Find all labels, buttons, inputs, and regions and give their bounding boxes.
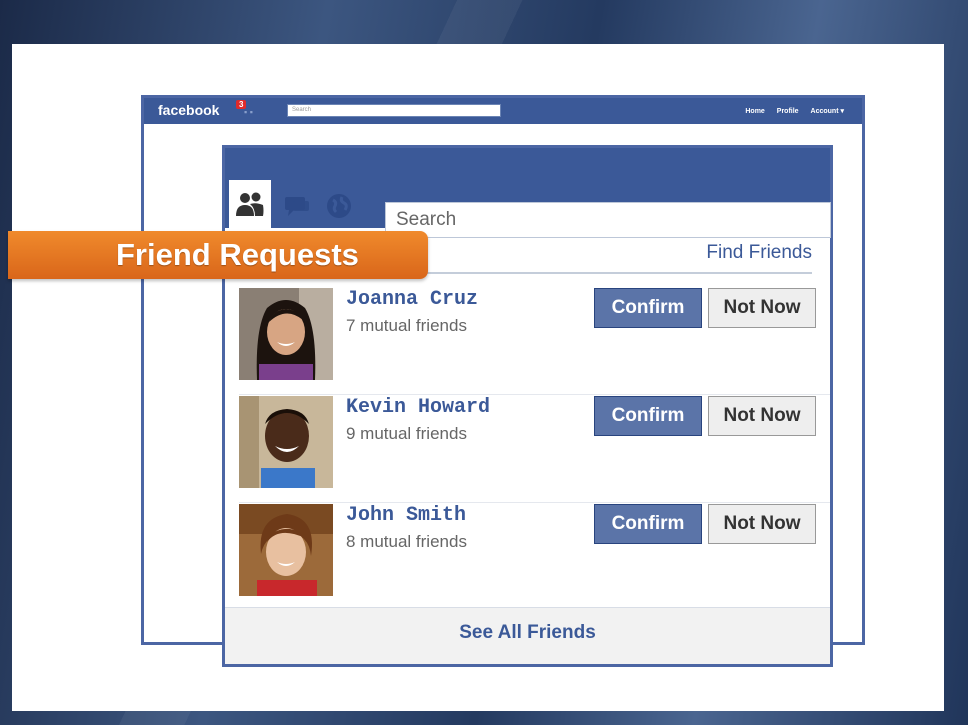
request-name-link[interactable]: Kevin Howard [346,396,490,419]
facebook-top-bar: facebook 3 ▪ ▪ Search Home Profile Accou… [144,98,862,124]
not-now-button[interactable]: Not Now [708,396,816,436]
mutual-friends-count[interactable]: 8 mutual friends [346,532,467,552]
request-name-link[interactable]: John Smith [346,504,466,527]
find-friends-link[interactable]: Find Friends [706,242,812,264]
confirm-button[interactable]: Confirm [594,288,702,328]
mutual-friends-count[interactable]: 9 mutual friends [346,424,467,444]
nav-account-link[interactable]: Account ▾ [811,108,844,115]
notifications-globe-icon [327,194,351,218]
messages-icon [285,197,309,216]
panel-top-bar [225,148,830,170]
avatar[interactable] [239,504,333,596]
friend-request-row: Kevin Howard 9 mutual friends Confirm No… [239,396,830,503]
callout-label: Friend Requests [116,237,359,272]
not-now-button[interactable]: Not Now [708,288,816,328]
friend-request-row: Joanna Cruz 7 mutual friends Confirm Not… [239,288,830,395]
friend-requests-panel: Search Find Friends Joanna Cruz 7 mutual… [222,145,833,667]
friend-request-row: John Smith 8 mutual friends Confirm Not … [239,504,830,610]
panel-footer: See All Friends [225,607,830,664]
not-now-button[interactable]: Not Now [708,504,816,544]
notifications-tab[interactable] [325,192,353,220]
facebook-logo[interactable]: facebook [158,102,219,118]
friend-requests-tab[interactable] [229,180,271,228]
panel-tab-bar: Search [225,170,831,238]
request-name-link[interactable]: Joanna Cruz [346,288,478,311]
nav-home-link[interactable]: Home [745,108,764,115]
see-all-friends-link[interactable]: See All Friends [225,622,830,644]
mutual-friends-count[interactable]: 7 mutual friends [346,316,467,336]
confirm-button[interactable]: Confirm [594,504,702,544]
messages-tab[interactable] [283,192,311,220]
avatar[interactable] [239,288,333,380]
jewel-icons[interactable]: ▪ ▪ [244,107,253,117]
friend-requests-callout: Friend Requests [8,231,428,279]
top-nav: Home Profile Account ▾ [735,107,844,115]
friend-requests-icon [236,192,264,216]
confirm-button[interactable]: Confirm [594,396,702,436]
panel-search-input[interactable]: Search [385,202,831,238]
avatar[interactable] [239,396,333,488]
top-search-input[interactable]: Search [287,104,501,117]
nav-profile-link[interactable]: Profile [777,108,799,115]
